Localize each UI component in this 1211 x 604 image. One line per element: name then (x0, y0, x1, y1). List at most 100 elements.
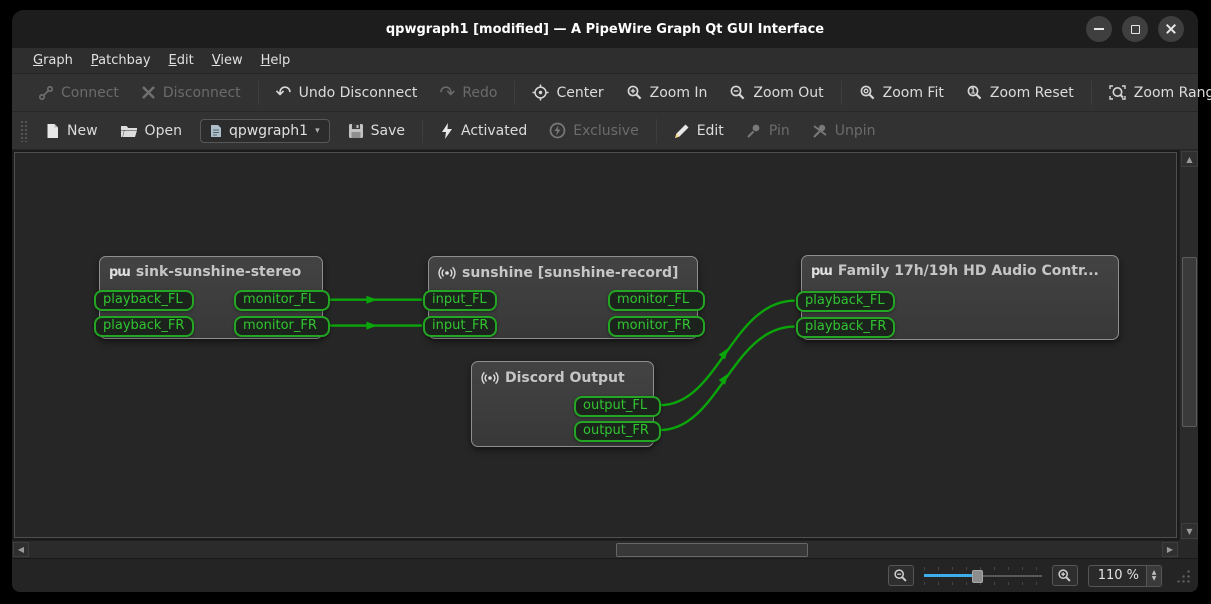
maximize-icon (1130, 24, 1140, 34)
scrollbar-corner (1179, 540, 1198, 558)
toolbar-drag-handle[interactable] (20, 119, 27, 142)
slider-handle[interactable] (971, 569, 983, 583)
horizontal-scrollbar[interactable]: ◀ ▶ (12, 540, 1179, 558)
pin-button[interactable]: Pin (736, 118, 800, 144)
zoom-reset-icon: 1 (967, 85, 982, 100)
vertical-scrollbar[interactable]: ▲ ▼ (1179, 150, 1198, 540)
zoom-spinbox[interactable]: 110 % ▲ ▼ (1087, 564, 1162, 587)
vertical-scrollbar-thumb[interactable] (1182, 257, 1197, 427)
unpin-icon (813, 124, 827, 138)
connections-layer (329, 295, 795, 432)
zoom-value[interactable]: 110 % (1089, 566, 1146, 586)
redo-button[interactable]: ↷ Redo (429, 80, 507, 106)
menu-patchbay[interactable]: Patchbay (82, 50, 160, 71)
zoom-reset-button[interactable]: 1 Zoom Reset (956, 79, 1084, 106)
undo-icon: ↶ (275, 81, 292, 104)
disconnect-icon (142, 86, 155, 99)
node-title: sink-sunshine-stereo (135, 264, 302, 280)
center-button[interactable]: Center (522, 79, 613, 106)
zoom-range-button[interactable]: Zoom Range (1099, 79, 1211, 106)
spin-down-icon[interactable]: ▼ (1152, 575, 1157, 582)
connect-label: Connect (61, 84, 119, 101)
zoom-fit-button[interactable]: Zoom Fit (849, 79, 954, 106)
toolbar-separator (1090, 80, 1092, 105)
port-output-fr[interactable]: output_FR (574, 421, 661, 442)
connect-icon (38, 85, 54, 100)
port-output-fl[interactable]: output_FL (574, 396, 661, 417)
zoom-out-icon (894, 569, 907, 582)
zoom-fit-icon (860, 85, 875, 100)
unpin-button[interactable]: Unpin (802, 118, 886, 144)
canvas-area: pɯ sink-sunshine-stereo playback_FL play… (12, 150, 1198, 558)
port-monitor-fr[interactable]: monitor_FR (608, 316, 705, 337)
new-label: New (67, 122, 98, 139)
graph-canvas[interactable]: pɯ sink-sunshine-stereo playback_FL play… (14, 152, 1177, 538)
close-button[interactable] (1158, 16, 1184, 42)
save-label: Save (370, 122, 405, 139)
port-playback-fr[interactable]: playback_FR (94, 316, 194, 337)
new-button[interactable]: New (35, 118, 108, 144)
zoom-slider[interactable] (923, 566, 1042, 585)
node-header: Discord Output (472, 362, 653, 391)
menu-graph[interactable]: Graph (24, 50, 82, 71)
toolbar-separator (421, 118, 423, 143)
status-zoom-in-button[interactable] (1051, 565, 1078, 586)
port-playback-fl[interactable]: playback_FL (94, 290, 194, 311)
spin-arrows: ▲ ▼ (1146, 565, 1161, 586)
scroll-right-button[interactable]: ▶ (1162, 542, 1178, 557)
disconnect-button[interactable]: Disconnect (131, 80, 251, 106)
exclusive-button[interactable]: Exclusive (539, 117, 648, 144)
zoom-range-label: Zoom Range (1133, 84, 1211, 101)
resize-grip[interactable] (1176, 568, 1190, 583)
minimize-icon (1094, 28, 1104, 30)
redo-icon: ↷ (439, 81, 456, 104)
scroll-up-button[interactable]: ▲ (1181, 151, 1198, 167)
activated-label: Activated (460, 122, 528, 139)
redo-label: Redo (462, 84, 498, 101)
maximize-button[interactable] (1122, 16, 1148, 42)
circled-bolt-icon (549, 122, 566, 139)
zoom-in-icon (627, 85, 641, 100)
menu-edit[interactable]: Edit (160, 50, 203, 71)
menu-view[interactable]: View (203, 50, 252, 71)
center-label: Center (556, 84, 604, 101)
port-input-fl[interactable]: input_FL (423, 290, 497, 311)
patchbay-selector-value: qpwgraph1 (228, 122, 309, 139)
port-monitor-fr[interactable]: monitor_FR (234, 316, 330, 337)
arrowhead (366, 295, 378, 304)
svg-text:1: 1 (970, 87, 975, 96)
arrow-up-icon: ▲ (1186, 154, 1193, 164)
connect-button[interactable]: Connect (28, 80, 129, 106)
patchbay-selector-dropdown[interactable]: qpwgraph1 ▾ (199, 118, 330, 143)
horizontal-scrollbar-thumb[interactable] (616, 543, 808, 557)
edit-button[interactable]: Edit (664, 118, 734, 144)
menu-bar: Graph Patchbay Edit View Help (12, 48, 1198, 74)
save-button[interactable]: Save (338, 118, 415, 144)
port-input-fr[interactable]: input_FR (423, 316, 497, 337)
zoom-out-button[interactable]: Zoom Out (719, 79, 833, 106)
undo-disconnect-label: Undo Disconnect (298, 84, 418, 101)
status-zoom-out-button[interactable] (887, 565, 914, 586)
port-monitor-fl[interactable]: monitor_FL (608, 290, 705, 311)
connection-outputFR-playbackFR[interactable] (659, 325, 795, 432)
app-window: qpwgraph1 [modified] — A PipeWire Graph … (12, 10, 1211, 592)
toolbar-separator (840, 80, 842, 105)
title-bar[interactable]: qpwgraph1 [modified] — A PipeWire Graph … (12, 10, 1198, 48)
toolbar-separator (655, 118, 657, 143)
patchbay-file-icon (210, 124, 221, 137)
slider-fill (923, 574, 976, 577)
undo-disconnect-button[interactable]: ↶ Undo Disconnect (266, 80, 428, 106)
pin-label: Pin (768, 122, 790, 139)
open-button[interactable]: Open (110, 118, 192, 144)
activated-button[interactable]: Activated (430, 118, 537, 144)
zoom-in-button[interactable]: Zoom In (616, 79, 718, 106)
scroll-down-button[interactable]: ▼ (1181, 523, 1198, 539)
port-monitor-fl[interactable]: monitor_FL (234, 290, 330, 311)
menu-help[interactable]: Help (252, 50, 300, 71)
minimize-button[interactable] (1086, 16, 1112, 42)
port-playback-fr[interactable]: playback_FR (796, 317, 895, 338)
unpin-label: Unpin (834, 122, 876, 139)
port-playback-fl[interactable]: playback_FL (796, 291, 895, 312)
scroll-left-button[interactable]: ◀ (13, 542, 29, 557)
zoom-reset-label: Zoom Reset (989, 84, 1074, 101)
